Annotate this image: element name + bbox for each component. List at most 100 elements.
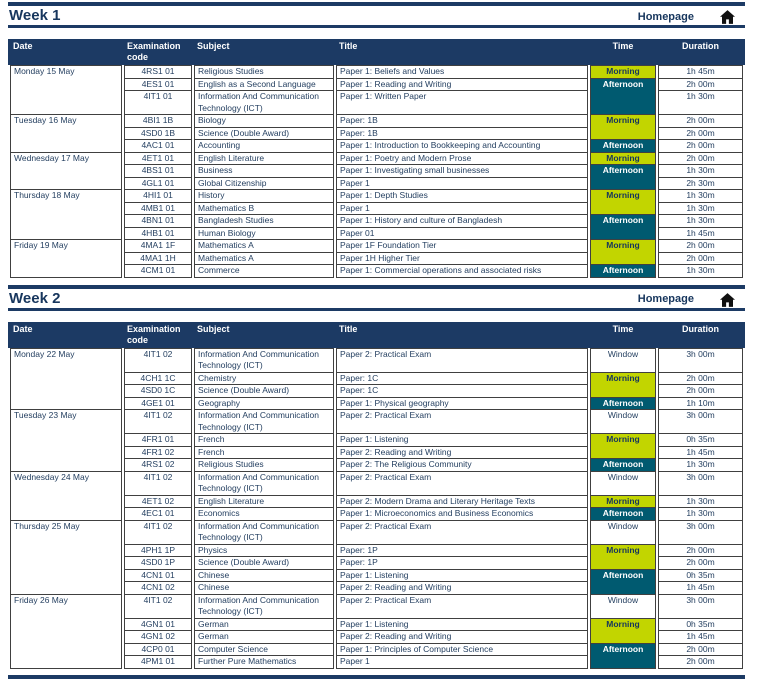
date-cell: Wednesday 17 May <box>10 152 122 190</box>
time-cell-afternoon: Afternoon <box>590 140 656 153</box>
time-cell-morning: Morning <box>590 434 656 459</box>
duration-cell: 2h 30m <box>658 177 743 190</box>
subject-cell: Biology <box>194 115 334 128</box>
duration-cell: 2h 00m <box>658 127 743 140</box>
title-cell: Paper 1: Introduction to Bookkeeping and… <box>336 140 588 153</box>
week-underline-rule <box>8 25 745 28</box>
duration-cell: 1h 45m <box>658 227 743 240</box>
exam-row: Thursday 25 May 4IT1 02 Information And Co… <box>10 520 743 595</box>
subject-cell: Geography <box>194 397 334 410</box>
duration-cell: 1h 30m <box>658 190 743 203</box>
page-bottom-rule <box>8 674 745 679</box>
exam-code-cell: 4PM1 01 <box>124 656 192 669</box>
duration-cell: 1h 45m <box>658 446 743 459</box>
homepage-link[interactable]: Homepage <box>638 11 694 24</box>
duration-cell: 2h 00m <box>658 385 743 398</box>
col-header-code: Examination code <box>127 323 181 345</box>
exam-code-cell: 4GN1 02 <box>124 631 192 644</box>
homepage-link[interactable]: Homepage <box>638 293 694 306</box>
date-cell: Monday 15 May <box>10 65 122 115</box>
exam-row: Monday 22 May 4IT1 02 Information And Comm… <box>10 347 743 410</box>
duration-cell: 3h 00m <box>658 520 743 545</box>
date-cell: Monday 22 May <box>10 347 122 410</box>
week-header-bar: Week 1 Homepage <box>8 6 745 25</box>
duration-cell: 1h 10m <box>658 397 743 410</box>
date-cell: Thursday 18 May <box>10 190 122 240</box>
exam-code-cell: 4CH1 1C <box>124 372 192 385</box>
exam-code-cell: 4ET1 02 <box>124 495 192 508</box>
duration-cell: 2h 00m <box>658 656 743 669</box>
exam-code-cell: 4CM1 01 <box>124 265 192 278</box>
title-cell: Paper 01 <box>336 227 588 240</box>
subject-cell: Economics <box>194 508 334 521</box>
subject-cell: Mathematics A <box>194 240 334 253</box>
duration-cell: 1h 30m <box>658 91 743 115</box>
week-header-bar: Week 2 Homepage <box>8 289 745 308</box>
duration-cell: 2h 00m <box>658 252 743 265</box>
duration-cell: 1h 45m <box>658 582 743 595</box>
title-cell: Paper 1: Listening <box>336 618 588 631</box>
exam-code-cell: 4IT1 02 <box>124 594 192 619</box>
exam-timetable-page: Week 1 Homepage Date Examination code Subjec… <box>0 0 759 679</box>
date-cell: Thursday 25 May <box>10 520 122 595</box>
title-cell: Paper 1: Listening <box>336 434 588 447</box>
subject-cell: Physics <box>194 544 334 557</box>
time-cell-window: Window <box>590 471 656 496</box>
title-cell: Paper 2: Reading and Writing <box>336 631 588 644</box>
date-cell: Friday 26 May <box>10 594 122 669</box>
title-cell: Paper 1: Investigating small businesses <box>336 165 588 178</box>
duration-cell: 1h 30m <box>658 495 743 508</box>
subject-cell: Bangladesh Studies <box>194 215 334 228</box>
title-cell: Paper: 1B <box>336 115 588 128</box>
exam-code-cell: 4HI1 01 <box>124 190 192 203</box>
home-icon[interactable] <box>720 10 735 24</box>
time-cell-afternoon: Afternoon <box>590 78 656 115</box>
subject-cell: Information And Communication Technology… <box>194 594 334 619</box>
duration-cell: 3h 00m <box>658 410 743 434</box>
title-cell: Paper 2: Practical Exam <box>336 594 588 619</box>
title-cell: Paper: 1C <box>336 385 588 398</box>
title-cell: Paper: 1C <box>336 372 588 385</box>
exam-code-cell: 4SD0 1B <box>124 127 192 140</box>
time-cell-morning: Morning <box>590 495 656 508</box>
time-cell-afternoon: Afternoon <box>590 569 656 595</box>
duration-cell: 1h 30m <box>658 165 743 178</box>
exam-code-cell: 4RS1 01 <box>124 65 192 79</box>
title-cell: Paper 1: Poetry and Modern Prose <box>336 152 588 165</box>
time-cell-afternoon: Afternoon <box>590 643 656 669</box>
exam-code-cell: 4MA1 1H <box>124 252 192 265</box>
subject-cell: Religious Studies <box>194 65 334 79</box>
title-cell: Paper 1 <box>336 656 588 669</box>
exam-row: Monday 15 May 4RS1 01 Religious Studies Pap… <box>10 65 743 115</box>
exam-code-cell: 4HB1 01 <box>124 227 192 240</box>
subject-cell: Commerce <box>194 265 334 278</box>
exam-code-cell: 4CN1 01 <box>124 569 192 582</box>
duration-cell: 3h 00m <box>658 594 743 619</box>
time-cell-morning: Morning <box>590 115 656 140</box>
duration-cell: 1h 45m <box>658 631 743 644</box>
exam-code-cell: 4IT1 01 <box>124 91 192 115</box>
table-column-header: Date Examination code Subject Title Time Dura… <box>8 321 745 348</box>
time-cell-afternoon: Afternoon <box>590 265 656 278</box>
col-header-subject: Subject <box>197 323 230 334</box>
time-cell-afternoon: Afternoon <box>590 459 656 472</box>
subject-cell: Information And Communication Technology… <box>194 91 334 115</box>
subject-cell: History <box>194 190 334 203</box>
time-cell-afternoon: Afternoon <box>590 508 656 521</box>
exam-timetable: Monday 15 May 4RS1 01 Religious Studies Pap… <box>8 65 745 278</box>
col-header-title: Title <box>339 41 358 51</box>
exam-code-cell: 4SD0 1C <box>124 385 192 398</box>
time-cell-morning: Morning <box>590 240 656 265</box>
exam-code-cell: 4CP0 01 <box>124 643 192 656</box>
col-header-time: Time <box>612 41 634 51</box>
exam-row: Wednesday 24 May 4IT1 02 Information And C… <box>10 471 743 521</box>
subject-cell: Information And Communication Technology… <box>194 347 334 373</box>
duration-cell: 1h 45m <box>658 65 743 79</box>
time-cell-afternoon: Afternoon <box>590 165 656 190</box>
exam-row: Friday 26 May 4IT1 02 Information And Comm… <box>10 594 743 669</box>
subject-cell: Information And Communication Technology… <box>194 410 334 434</box>
time-cell-morning: Morning <box>590 190 656 215</box>
duration-cell: 2h 00m <box>658 557 743 570</box>
home-icon[interactable] <box>720 292 735 307</box>
duration-cell: 1h 30m <box>658 508 743 521</box>
